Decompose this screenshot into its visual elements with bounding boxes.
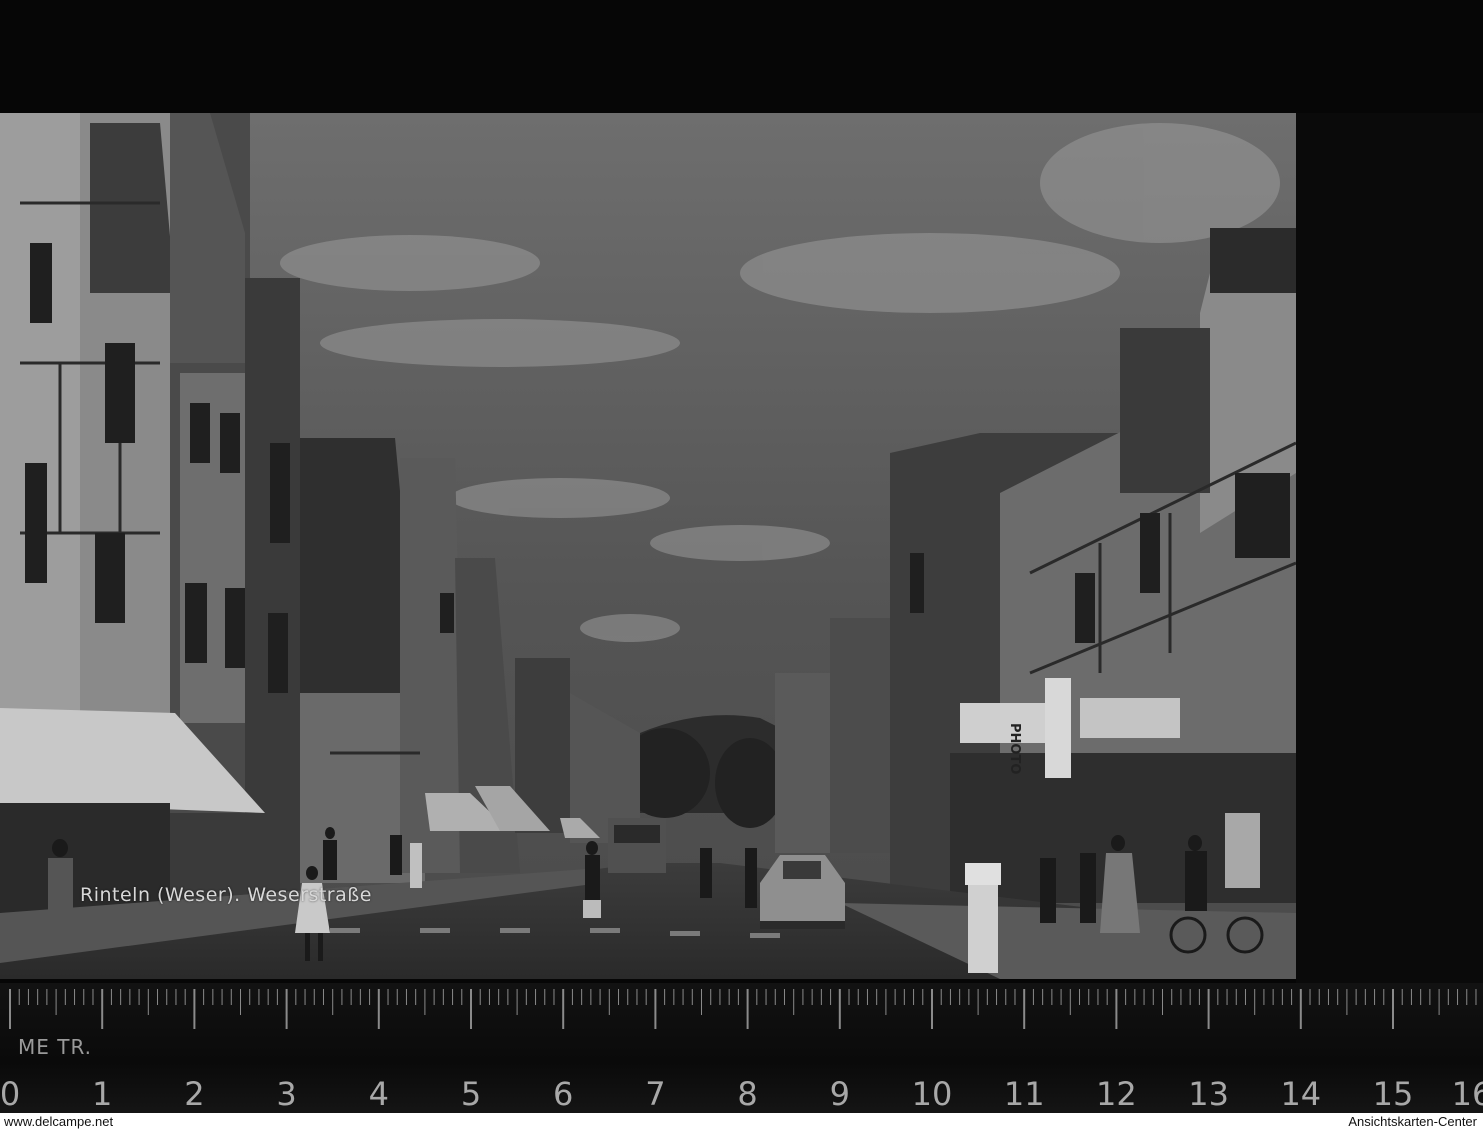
bollard [965, 863, 1001, 973]
ruler-number: 3 [276, 1075, 297, 1113]
ruler-number: 7 [645, 1075, 666, 1113]
seller-watermark: Ansichtskarten-Center [1348, 1114, 1477, 1129]
ruler-number: 5 [460, 1075, 482, 1113]
car [760, 855, 845, 929]
photo-caption: Rinteln (Weser). Weserstraße [80, 884, 372, 906]
street-scene: PHOTO [0, 113, 1296, 979]
street-photograph: PHOTO Rinteln (Weser). Weserstraße [0, 113, 1296, 979]
ruler-number: 10 [911, 1075, 953, 1113]
tram [608, 818, 666, 873]
source-watermark: www.delcampe.net [4, 1114, 114, 1129]
ruler-number: 2 [184, 1075, 205, 1113]
ruler-number: 8 [737, 1075, 758, 1113]
ruler-number: 0 [0, 1075, 21, 1113]
ruler-number: 11 [1003, 1075, 1045, 1113]
ruler-number: 16 [1451, 1075, 1483, 1113]
ruler-number: 6 [553, 1075, 574, 1113]
photo-shop-sign: PHOTO [1007, 723, 1022, 774]
ruler-number: 15 [1372, 1075, 1414, 1113]
film-border [1296, 113, 1483, 983]
ruler-number: 1 [92, 1075, 113, 1113]
measuring-ruler: ME TR. 0 1 2 3 4 5 6 7 8 9 10 11 12 13 14 15 16 [0, 983, 1483, 1115]
ruler-number: 13 [1188, 1075, 1229, 1113]
ruler-number: 12 [1096, 1075, 1137, 1113]
ruler-number: 14 [1280, 1075, 1322, 1113]
ruler-unit-label: ME TR. [18, 1035, 93, 1059]
ruler-number: 4 [368, 1075, 389, 1113]
watermark-bar: www.delcampe.net Ansichtskarten-Center [0, 1113, 1483, 1131]
ruler-number: 9 [829, 1075, 850, 1113]
